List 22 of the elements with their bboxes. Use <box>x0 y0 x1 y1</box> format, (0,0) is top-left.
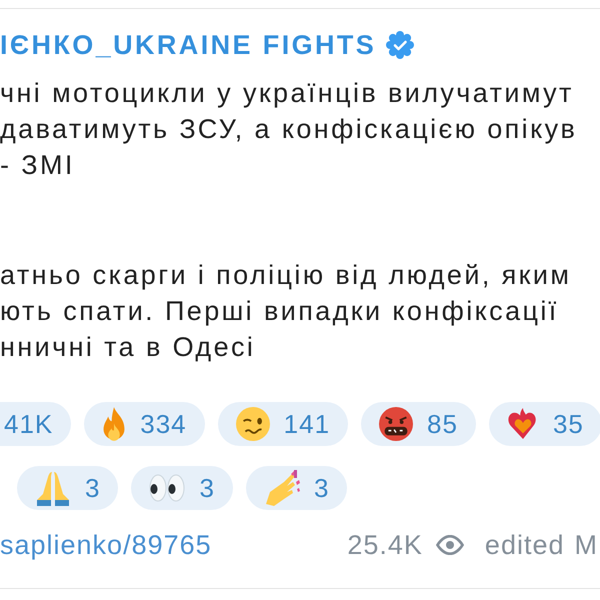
reaction-button[interactable]: 3 <box>131 466 233 510</box>
woozy-face-icon <box>236 407 270 441</box>
reaction-button[interactable]: 85 <box>361 402 476 446</box>
reaction-button[interactable]: 35 <box>488 402 600 446</box>
painted-nails-hand-icon <box>264 470 300 506</box>
reaction-button[interactable]: 334 <box>84 402 205 446</box>
eyes-icon <box>149 474 186 502</box>
message-paragraph: чні мотоцикли у українців вилучатимут даватимуть ЗСУ, а конфіскацією опікув - ЗМІ <box>0 77 578 182</box>
reaction-button[interactable]: 3 <box>17 466 118 510</box>
reaction-button[interactable]: 41K <box>0 402 72 446</box>
reaction-button[interactable]: 3 <box>246 466 348 510</box>
eye-icon <box>434 535 465 555</box>
post-time: M <box>574 530 598 560</box>
post-link[interactable]: saplienko/89765 <box>0 530 212 560</box>
view-count: 25.4K <box>347 530 423 560</box>
message-paragraph: атньо скарги і поліцію від людей, яким ють спати. Перші випадки конфіксації нничні та в Одесі <box>0 259 572 364</box>
praying-hands-icon <box>35 470 71 506</box>
reaction-button[interactable]: 141 <box>218 402 348 446</box>
flame-icon <box>102 406 126 442</box>
channel-name[interactable]: ІЄНКО_UKRAINE FIGHTS <box>0 30 376 60</box>
edited-label: edited <box>484 530 564 560</box>
angry-face-icon <box>379 407 414 441</box>
